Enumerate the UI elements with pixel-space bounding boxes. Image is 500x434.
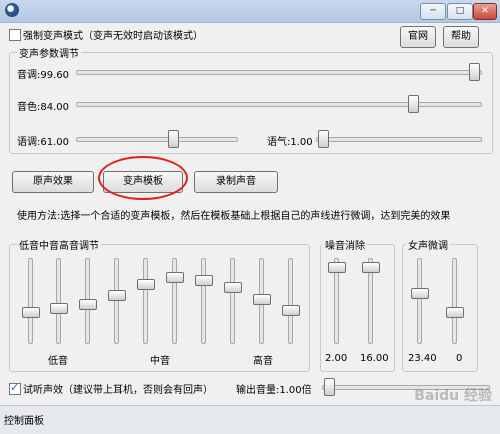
force-mode-checkbox[interactable]	[9, 29, 21, 41]
eq-group-title: 低音中音高音调节	[17, 237, 101, 252]
female-value-2: 0	[456, 353, 463, 364]
record-voice-button[interactable]: 录制声音	[194, 171, 278, 193]
pitch-label: 音调:99.60	[17, 70, 69, 81]
eq-slider-track-5[interactable]	[143, 258, 148, 344]
eq-slider-track-1[interactable]	[28, 258, 33, 344]
eq-slider-track-7[interactable]	[201, 258, 206, 344]
tone-slider-thumb[interactable]	[168, 130, 180, 148]
mood-label: 语气:1.00	[267, 137, 313, 148]
eq-slider-track-2[interactable]	[56, 258, 61, 344]
close-button[interactable]: ✕	[473, 3, 497, 20]
monitor-checkbox[interactable]	[9, 381, 21, 395]
female-slider-thumb-2[interactable]	[446, 306, 464, 318]
maximize-button[interactable]: □	[447, 3, 473, 20]
original-effect-button[interactable]: 原声效果	[12, 171, 94, 193]
status-bar: 控制面板	[0, 405, 500, 434]
female-value-1: 23.40	[408, 353, 437, 364]
eq-slider-track-8[interactable]	[230, 258, 235, 344]
noise-slider-thumb-2[interactable]	[362, 261, 380, 273]
mood-slider-track[interactable]	[316, 137, 482, 142]
eq-slider-thumb-6[interactable]	[166, 271, 184, 283]
eq-slider-track-6[interactable]	[172, 258, 177, 344]
noise-value-1: 2.00	[325, 353, 348, 364]
timbre-slider-thumb[interactable]	[407, 95, 419, 113]
help-button[interactable]: 帮助	[443, 26, 479, 48]
website-button[interactable]: 官网	[400, 26, 436, 48]
params-group-title: 变声参数调节	[17, 45, 81, 60]
app-logo-icon	[5, 3, 19, 17]
minimize-button[interactable]: ─	[420, 3, 446, 20]
eq-high-label: 高音	[253, 356, 273, 367]
title-bar: ─ □ ✕	[0, 0, 500, 23]
eq-slider-thumb-9[interactable]	[253, 294, 271, 305]
eq-slider-thumb-3[interactable]	[79, 299, 97, 311]
eq-mid-label: 中音	[150, 356, 170, 367]
pitch-slider-track[interactable]	[76, 70, 482, 75]
female-slider-thumb-1[interactable]	[411, 288, 429, 299]
pitch-slider-thumb[interactable]	[469, 63, 481, 81]
usage-instructions: 使用方法:选择一个合适的变声模板，然后在模板基础上根据自己的声线进行微调，达到完…	[17, 211, 451, 222]
tone-slider-track[interactable]	[76, 137, 238, 142]
eq-slider-thumb-5[interactable]	[137, 279, 155, 290]
watermark-text: Baidu 经验	[414, 388, 492, 404]
noise-slider-thumb-1[interactable]	[328, 261, 346, 273]
control-panel-label[interactable]: 控制面板	[4, 412, 44, 427]
eq-slider-thumb-7[interactable]	[195, 274, 213, 286]
eq-slider-track-10[interactable]	[288, 258, 293, 344]
force-mode-label: 强制变声模式（变声无效时启动该模式）	[23, 31, 203, 42]
red-highlight-circle	[98, 156, 188, 200]
voice-changer-window: ─ □ ✕ 强制变声模式（变声无效时启动该模式） 官网 帮助 变声参数调节 音调…	[0, 0, 500, 434]
eq-slider-thumb-2[interactable]	[50, 303, 68, 314]
female-slider-track-1[interactable]	[417, 258, 422, 344]
eq-slider-thumb-10[interactable]	[282, 304, 300, 316]
eq-low-label: 低音	[48, 356, 68, 367]
eq-slider-thumb-1[interactable]	[22, 306, 40, 318]
timbre-label: 音色:84.00	[17, 102, 69, 113]
timbre-slider-track[interactable]	[76, 102, 482, 107]
female-group-title: 女声微调	[406, 237, 450, 252]
noise-value-2: 16.00	[360, 353, 389, 364]
female-slider-track-2[interactable]	[452, 258, 457, 344]
mood-slider-thumb[interactable]	[317, 130, 329, 148]
tone-label: 语调:61.00	[17, 137, 69, 148]
output-volume-thumb[interactable]	[323, 378, 335, 396]
eq-slider-track-4[interactable]	[114, 258, 119, 344]
noise-group-title: 噪音消除	[323, 237, 367, 252]
eq-slider-thumb-4[interactable]	[108, 289, 126, 301]
output-volume-label: 输出音量:1.00倍	[236, 385, 312, 396]
monitor-label: 试听声效（建议带上耳机，否则会有回声）	[23, 385, 213, 396]
eq-slider-thumb-8[interactable]	[224, 282, 242, 293]
